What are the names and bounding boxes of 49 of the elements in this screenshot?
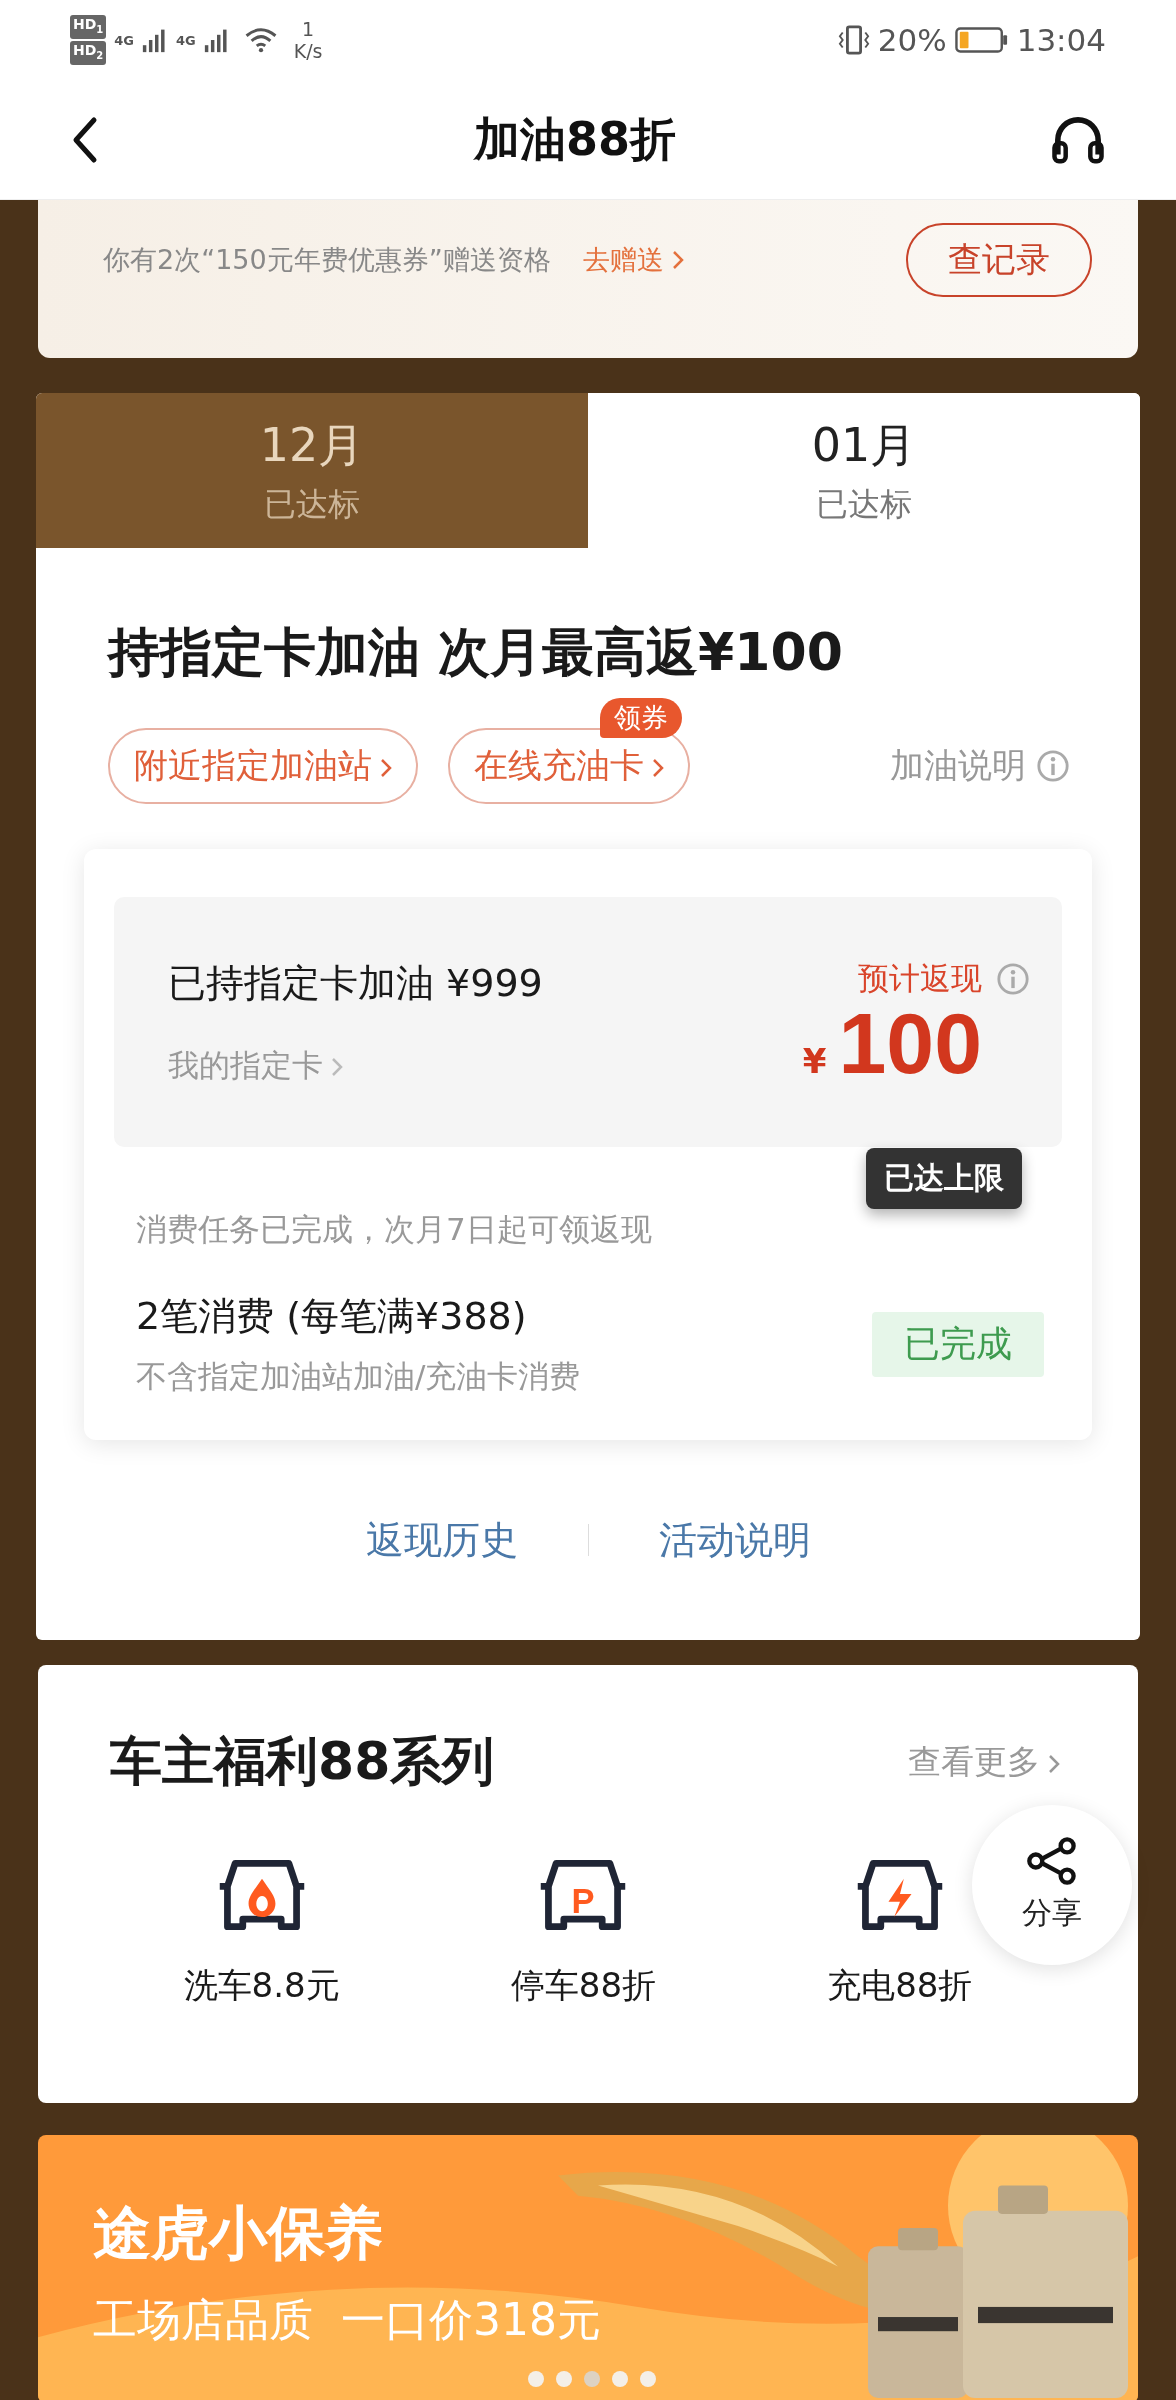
cashback-amount: 100 [838,1000,982,1086]
footer-link[interactable]: 活动说明 [658,1514,811,1566]
wifi-icon [243,26,278,54]
sim-badge: HD$_{1}$ [70,15,107,39]
network-type: 4G [114,33,135,49]
section-title: 车主福利88系列 [110,1730,495,1793]
more-link[interactable]: 查看更多 [908,1739,1060,1785]
my-card-link[interactable]: 我的指定卡 [168,1044,543,1087]
speed-unit: K/s [293,40,323,62]
limit-tooltip: 已达上限 [866,1148,1022,1209]
share-button[interactable]: 分享 [972,1805,1132,1965]
clock: 13:04 [1016,22,1106,58]
give-link[interactable]: 去赠送 [582,242,664,278]
page-title: 加油88折 [474,110,676,168]
benefit-label[interactable]: 充电88折 [827,1963,973,2009]
sim-badge: HD$_{2}$ [70,41,107,65]
battery-icon [954,26,1009,54]
share-icon [1025,1836,1079,1885]
benefit-label[interactable]: 洗车8.8元 [183,1963,340,2009]
expected-label: 预计返现 [858,959,982,998]
info-icon[interactable] [996,962,1030,996]
help-text[interactable]: 加油说明 [890,743,1026,789]
month-tab[interactable]: 12月 已达标 [36,393,588,548]
records-button[interactable]: 查记录 [906,223,1092,297]
status-badge: 已完成 [872,1312,1044,1377]
chevron-icon [652,757,664,779]
task-title: 2笔消费 (每笔满¥388) [136,1293,528,1340]
notice-text: 消费任务已完成，次月7日起可领返现 [136,1210,653,1249]
chip-link[interactable]: 附近指定加油站 [108,728,418,804]
benefit-label[interactable]: 停车88折 [510,1963,657,2009]
chevron-icon [1048,1752,1060,1775]
coupon-badge: 领券 [600,698,682,738]
signal-icon [203,27,230,53]
chevron-icon [331,1055,343,1078]
banner-title: 途虎小保养 [93,2198,384,2269]
banner-subtitle: 工场店品质 一口价318元 [93,2293,602,2347]
battery-percent: 20% [877,22,947,58]
vibrate-icon [837,24,870,56]
task-subtitle: 不含指定加油站加油/充油卡消费 [136,1357,581,1396]
network-type: 4G [176,33,196,49]
section-title: 持指定卡加油 次月最高返¥100 [108,621,844,684]
spent-amount: 已持指定卡加油 ¥999 [168,959,543,1007]
chevron-icon [380,757,392,779]
footer-link[interactable]: 返现历史 [365,1514,518,1566]
promo-text: 你有2次“150元年费优惠券”赠送资格 [103,243,551,277]
currency-sign: ¥ [802,1041,827,1081]
speed-value: 1 [302,18,315,40]
chevron-icon [671,249,684,271]
info-icon[interactable] [1036,749,1070,783]
